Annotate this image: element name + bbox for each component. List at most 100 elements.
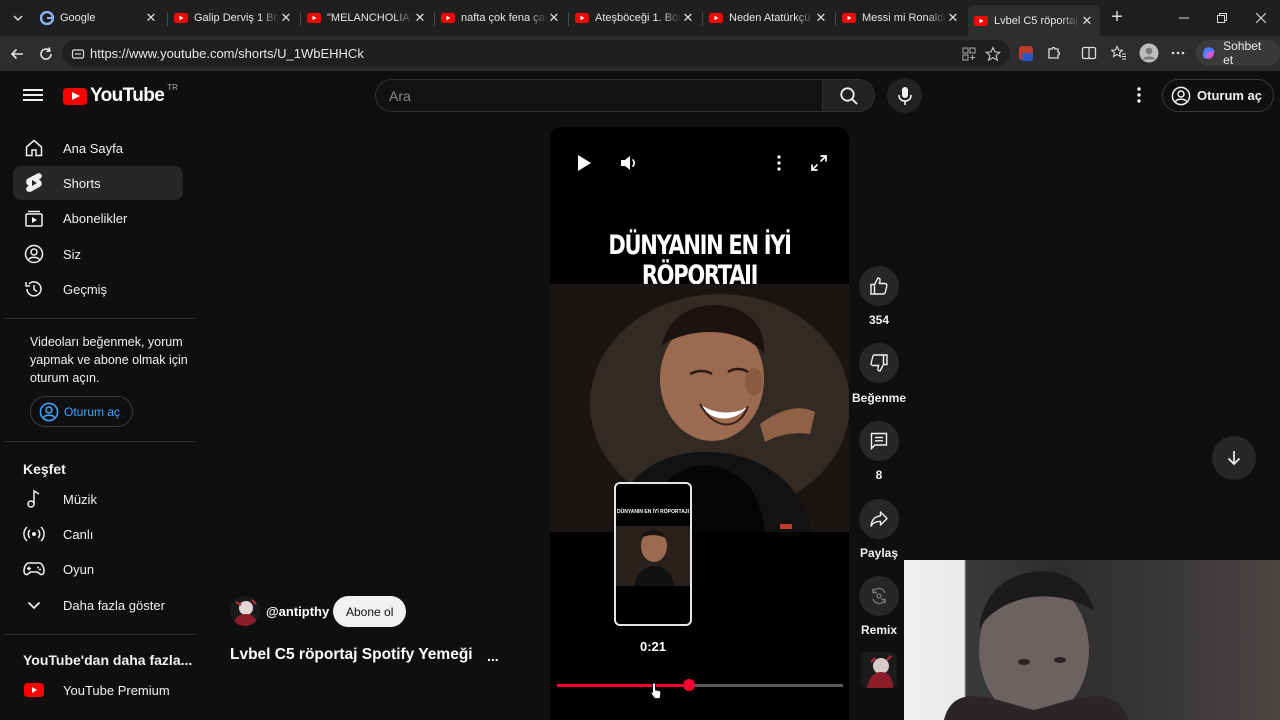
search-input[interactable] (389, 80, 809, 111)
site-info-icon[interactable] (70, 46, 86, 62)
extensions-puzzle-icon[interactable] (1044, 43, 1064, 63)
youtube-icon (307, 11, 321, 25)
sidebar-item-music[interactable]: Müzik (13, 482, 183, 516)
sign-in-label: Oturum aç (1197, 88, 1263, 103)
sidebar-item-you[interactable]: Siz (13, 237, 183, 271)
sidebar-item-label: Müzik (63, 491, 97, 507)
volume-icon[interactable] (617, 151, 641, 175)
dislike-button[interactable] (859, 343, 899, 383)
like-button[interactable] (859, 266, 899, 306)
search-icon (839, 86, 858, 105)
live-icon (22, 522, 46, 546)
account-circle-icon (39, 402, 59, 421)
share-icon (870, 511, 888, 527)
chevron-down-icon (22, 593, 46, 617)
tab-actions-menu-icon[interactable] (8, 8, 28, 28)
preview-frame-image (616, 526, 690, 586)
sidebar-item-premium[interactable]: YouTube Premium (13, 673, 183, 707)
shorts-player[interactable]: DÜNYANIN EN İYİ RÖPORTAJI DÜNYANIN EN İY… (550, 127, 849, 720)
browser-tab[interactable]: Messi mi Ronaldo m ✕ (836, 5, 966, 31)
sign-in-button[interactable]: Oturum aç (1162, 79, 1275, 112)
favorite-star-icon[interactable] (984, 45, 1002, 63)
profile-avatar-icon[interactable] (1138, 42, 1160, 64)
youtube-icon (441, 11, 455, 25)
sidebar-item-subscriptions[interactable]: Abonelikler (13, 201, 183, 235)
sidebar-item-label: Daha fazla göster (63, 597, 165, 613)
close-tab-icon[interactable]: ✕ (1080, 13, 1094, 29)
browser-toolbar: https://www.youtube.com/shorts/U_1WbEHHC… (0, 36, 1280, 71)
favorites-icon[interactable] (1109, 43, 1129, 63)
sidebar-item-history[interactable]: Geçmiş (13, 272, 183, 306)
channel-name[interactable]: @antipthy (266, 604, 329, 619)
sidebar-item-shorts[interactable]: Shorts (13, 166, 183, 200)
settings-menu-icon[interactable] (1130, 84, 1148, 106)
share-button[interactable] (859, 499, 899, 539)
close-tab-icon[interactable]: ✕ (547, 10, 561, 26)
show-more-button[interactable]: Daha fazla göster (13, 588, 183, 622)
progress-scrubber[interactable] (682, 679, 695, 691)
close-tab-icon[interactable]: ✕ (413, 10, 427, 26)
tab-title: Neden Atatürkçü O (729, 12, 814, 24)
sidebar-sign-in-button[interactable]: Oturum aç (30, 396, 134, 427)
sidebar-item-home[interactable]: Ana Sayfa (13, 131, 183, 165)
tab-title: Galip Derviş 1 Bölüm (194, 12, 279, 24)
subscriptions-icon (22, 206, 46, 230)
description-more-button[interactable]: ... (487, 648, 499, 664)
thumbs-up-icon (870, 277, 888, 295)
split-screen-icon[interactable] (1079, 43, 1099, 63)
voice-search-button[interactable] (887, 78, 922, 113)
copilot-button[interactable]: Sohbet et (1196, 39, 1280, 67)
browser-tab[interactable]: "MELANCHOLIA" M ✕ (301, 5, 433, 31)
subscribe-button[interactable]: Abone ol (333, 596, 407, 627)
webcam-overlay (904, 560, 1280, 720)
close-tab-icon[interactable]: ✕ (814, 10, 828, 26)
new-tab-icon[interactable]: + (1106, 7, 1128, 29)
remix-button[interactable] (859, 576, 899, 616)
copilot-label: Sohbet et (1223, 39, 1262, 67)
comments-button[interactable] (859, 421, 899, 461)
youtube-icon (575, 11, 589, 25)
browser-tab-active[interactable]: Lvbel C5 röportaj Sp ✕ (968, 5, 1100, 36)
close-tab-icon[interactable]: ✕ (946, 10, 960, 26)
progress-bar[interactable] (557, 679, 843, 691)
sidebar-item-live[interactable]: Canlı (13, 517, 183, 551)
address-bar[interactable]: https://www.youtube.com/shorts/U_1WbEHHC… (62, 40, 1010, 67)
reload-icon[interactable] (35, 43, 57, 65)
webcam-person-image (944, 571, 1129, 720)
sound-channel-avatar[interactable] (861, 652, 897, 688)
progress-fill (557, 684, 689, 687)
youtube-logo[interactable]: YouTube TR (63, 83, 178, 107)
browser-tab[interactable]: nafta çok fena çalm ✕ (435, 5, 567, 31)
next-video-button[interactable] (1212, 436, 1256, 480)
extension-badge-icon[interactable] (1016, 43, 1036, 63)
sidebar-item-label: Oyun (63, 561, 95, 577)
sidebar-item-label: Abonelikler (63, 210, 128, 226)
browser-menu-icon[interactable] (1168, 43, 1188, 63)
browser-tab[interactable]: Ateşböceği 1. Bölüm ✕ (569, 5, 701, 31)
channel-avatar[interactable] (230, 596, 260, 626)
menu-icon[interactable] (23, 86, 43, 104)
short-title[interactable]: Lvbel C5 röportaj Spotify Yemeği (230, 646, 473, 664)
close-tab-icon[interactable]: ✕ (144, 10, 158, 26)
google-icon (40, 11, 54, 25)
close-tab-icon[interactable]: ✕ (279, 10, 293, 26)
tab-title: Ateşböceği 1. Bölüm (595, 12, 681, 24)
restore-icon[interactable] (1212, 8, 1232, 28)
back-icon[interactable] (6, 43, 28, 65)
search-button[interactable] (823, 79, 875, 112)
browser-tab[interactable]: Google ✕ (34, 5, 164, 31)
close-window-icon[interactable] (1251, 8, 1271, 28)
sidebar-item-gaming[interactable]: Oyun (13, 552, 183, 586)
play-icon[interactable] (572, 151, 596, 175)
explore-heading: Keşfet (23, 461, 66, 477)
arrow-down-icon (1227, 451, 1241, 466)
close-tab-icon[interactable]: ✕ (681, 10, 695, 26)
youtube-play-icon (63, 87, 87, 105)
minimize-icon[interactable] (1174, 8, 1194, 28)
fullscreen-icon[interactable] (807, 151, 831, 175)
url-text: https://www.youtube.com/shorts/U_1WbEHHC… (90, 46, 364, 61)
player-more-icon[interactable] (767, 151, 791, 175)
app-available-icon[interactable] (960, 45, 978, 63)
browser-tab[interactable]: Galip Derviş 1 Bölüm ✕ (168, 5, 299, 31)
browser-tab[interactable]: Neden Atatürkçü O ✕ (703, 5, 834, 31)
